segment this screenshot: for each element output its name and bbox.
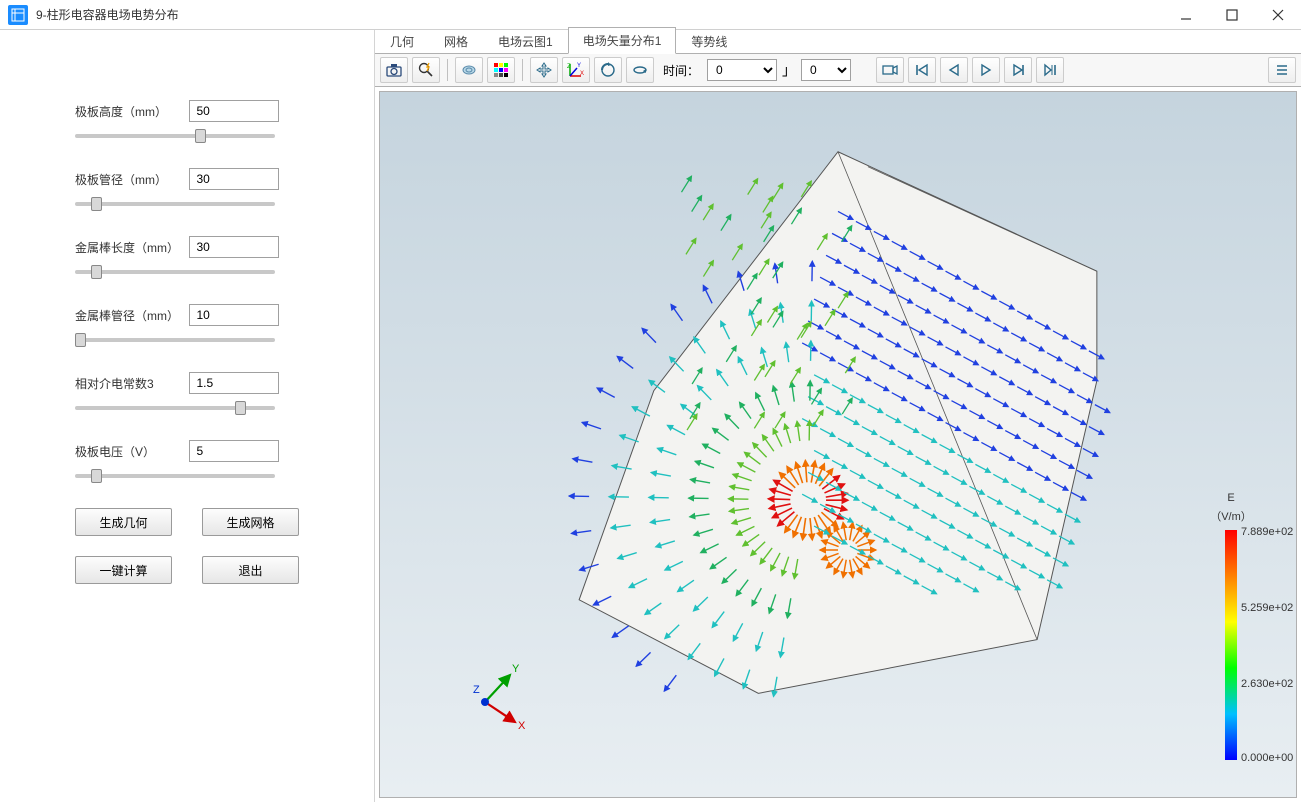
tab-2[interactable]: 电场云图1 bbox=[483, 28, 568, 54]
param-label: 极板管径（mm） bbox=[75, 171, 185, 188]
svg-text:Y: Y bbox=[577, 63, 581, 69]
param-slider[interactable] bbox=[75, 270, 275, 274]
generate-geometry-button[interactable]: 生成几何 bbox=[75, 508, 172, 536]
svg-text:X: X bbox=[580, 71, 584, 77]
param-input[interactable] bbox=[189, 100, 279, 122]
play-icon[interactable] bbox=[972, 57, 1000, 83]
menu-toggle-icon[interactable] bbox=[1268, 57, 1296, 83]
legend-tick: 0.000e+00 bbox=[1241, 752, 1293, 764]
time-label: 时间： bbox=[663, 62, 699, 79]
legend-unit: （V/m） bbox=[1186, 508, 1276, 524]
svg-text:X: X bbox=[518, 720, 526, 732]
rotate-z-icon[interactable] bbox=[626, 57, 654, 83]
viewport-toolbar: Z XY 时间： 0 」 0 bbox=[375, 54, 1301, 87]
transparency-icon[interactable] bbox=[455, 57, 483, 83]
param-slider[interactable] bbox=[75, 202, 275, 206]
param-input[interactable] bbox=[189, 440, 279, 462]
app-icon bbox=[8, 5, 28, 25]
compute-button[interactable]: 一键计算 bbox=[75, 556, 172, 584]
param-row: 金属棒管径（mm） bbox=[75, 304, 299, 342]
color-palette-icon[interactable] bbox=[487, 57, 515, 83]
param-row: 金属棒长度（mm） bbox=[75, 236, 299, 274]
svg-text:Z: Z bbox=[473, 684, 480, 696]
svg-text:Z: Z bbox=[567, 64, 571, 70]
legend-tick: 2.630e+02 bbox=[1241, 678, 1293, 690]
param-row: 极板电压（V） bbox=[75, 440, 299, 478]
param-label: 极板高度（mm） bbox=[75, 103, 185, 120]
legend-tick: 7.889e+02 bbox=[1241, 526, 1293, 538]
legend-title: E bbox=[1186, 492, 1276, 504]
param-input[interactable] bbox=[189, 372, 279, 394]
legend-tick: 5.259e+02 bbox=[1241, 602, 1293, 614]
parameter-panel: 极板高度（mm） 极板管径（mm） 金属棒长度（mm） 金属棒管径（mm） 相对… bbox=[0, 30, 375, 802]
param-row: 极板管径（mm） bbox=[75, 168, 299, 206]
close-button[interactable] bbox=[1255, 0, 1301, 29]
viewport-3d[interactable]: X Y Z E （V/m） 7.889e+02 5.259e+02 2.630e… bbox=[379, 91, 1297, 798]
param-slider[interactable] bbox=[75, 134, 275, 138]
tab-4[interactable]: 等势线 bbox=[676, 28, 742, 54]
param-input[interactable] bbox=[189, 168, 279, 190]
axis-rotate-icon[interactable]: Z XY bbox=[562, 57, 590, 83]
last-frame-icon[interactable] bbox=[1036, 57, 1064, 83]
svg-text:Y: Y bbox=[512, 663, 520, 675]
stop-indicator-icon: 」 bbox=[779, 60, 799, 80]
param-slider[interactable] bbox=[75, 406, 275, 410]
window-title: 9-柱形电容器电场电势分布 bbox=[36, 6, 1163, 23]
param-label: 金属棒长度（mm） bbox=[75, 239, 185, 256]
tab-bar: 几何网格电场云图1电场矢量分布1等势线 bbox=[375, 30, 1301, 54]
tab-0[interactable]: 几何 bbox=[375, 28, 429, 54]
minimize-button[interactable] bbox=[1163, 0, 1209, 29]
generate-mesh-button[interactable]: 生成网格 bbox=[202, 508, 299, 536]
title-bar: 9-柱形电容器电场电势分布 bbox=[0, 0, 1301, 30]
tab-3[interactable]: 电场矢量分布1 bbox=[568, 27, 677, 54]
prev-frame-icon[interactable] bbox=[940, 57, 968, 83]
video-icon[interactable] bbox=[876, 57, 904, 83]
exit-button[interactable]: 退出 bbox=[202, 556, 299, 584]
param-slider[interactable] bbox=[75, 338, 275, 342]
time-value-select[interactable]: 0 bbox=[707, 59, 777, 81]
param-input[interactable] bbox=[189, 236, 279, 258]
param-input[interactable] bbox=[189, 304, 279, 326]
rotate-xy-icon[interactable] bbox=[594, 57, 622, 83]
move-icon[interactable] bbox=[530, 57, 558, 83]
tab-1[interactable]: 网格 bbox=[429, 28, 483, 54]
param-label: 极板电压（V） bbox=[75, 443, 185, 460]
maximize-button[interactable] bbox=[1209, 0, 1255, 29]
legend-colorbar: 7.889e+02 5.259e+02 2.630e+02 0.000e+00 bbox=[1225, 530, 1237, 760]
param-slider[interactable] bbox=[75, 474, 275, 478]
param-row: 极板高度（mm） bbox=[75, 100, 299, 138]
param-row: 相对介电常数3 bbox=[75, 372, 299, 410]
param-label: 相对介电常数3 bbox=[75, 375, 185, 392]
window-controls bbox=[1163, 0, 1301, 29]
next-frame-icon[interactable] bbox=[1004, 57, 1032, 83]
first-frame-icon[interactable] bbox=[908, 57, 936, 83]
axis-triad: X Y Z bbox=[460, 657, 540, 737]
param-label: 金属棒管径（mm） bbox=[75, 307, 185, 324]
zoom-flash-icon[interactable] bbox=[412, 57, 440, 83]
color-legend: E （V/m） 7.889e+02 5.259e+02 2.630e+02 0.… bbox=[1186, 492, 1276, 760]
camera-icon[interactable] bbox=[380, 57, 408, 83]
time-step-select[interactable]: 0 bbox=[801, 59, 851, 81]
